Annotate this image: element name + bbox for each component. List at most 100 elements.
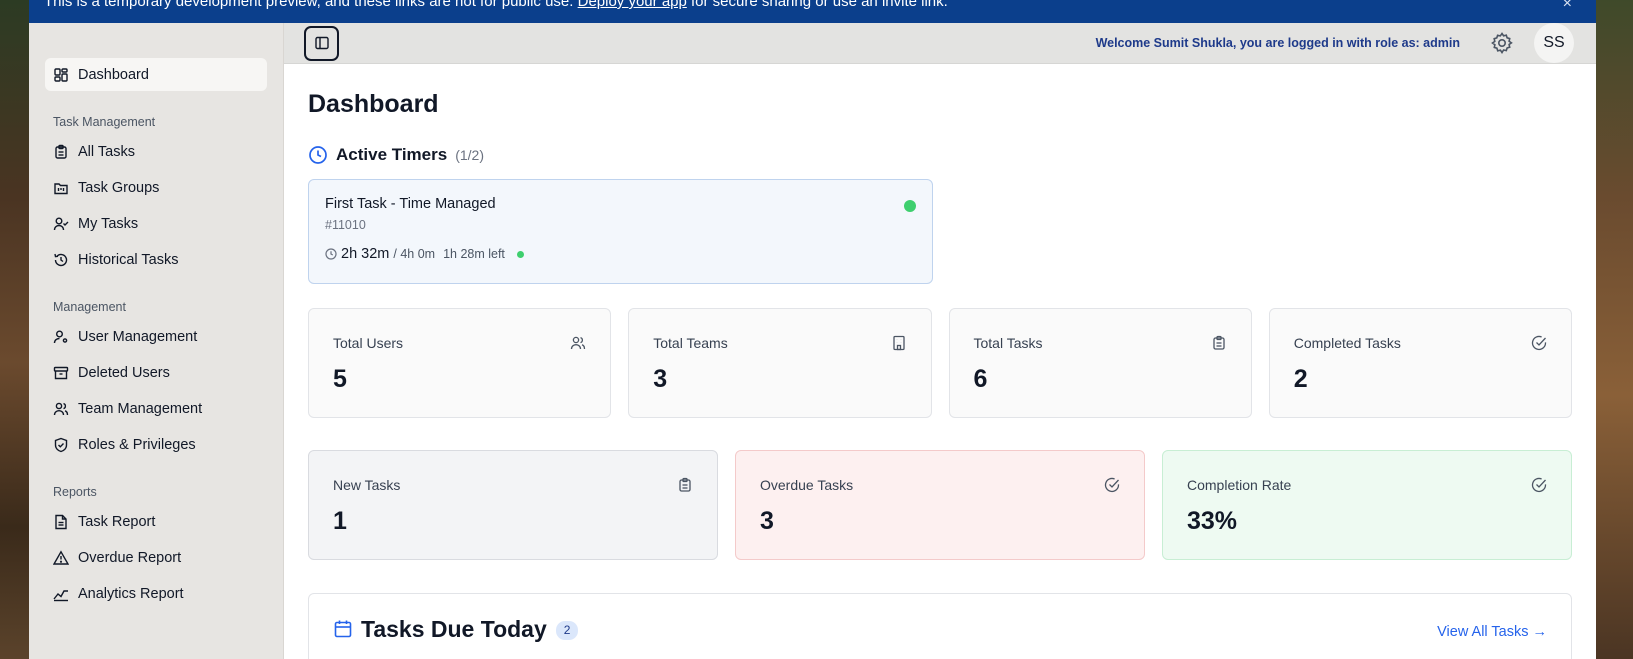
- check-circle-icon: [1531, 335, 1547, 351]
- user-check-icon: [53, 216, 69, 232]
- stat-value: 3: [760, 507, 774, 535]
- active-timers-count: (1/2): [455, 147, 484, 163]
- stat-value: 3: [653, 365, 668, 393]
- clipboard-icon: [1213, 335, 1225, 350]
- sidebar-item-deleted-users[interactable]: Deleted Users: [45, 356, 267, 389]
- stat-value: 5: [333, 365, 347, 393]
- stat-value: 33%: [1187, 507, 1238, 535]
- sidebar-item-label: Roles & Privileges: [78, 436, 196, 453]
- active-timers-header: Active Timers (1/2): [308, 145, 1572, 165]
- timer-task-id: #11010: [325, 218, 366, 232]
- users-icon: [571, 336, 586, 350]
- tasks-due-today-title: Tasks Due Today: [361, 616, 547, 642]
- user-cog-icon: [53, 329, 69, 345]
- banner-close-icon[interactable]: ×: [1563, 0, 1572, 12]
- users-icon: [53, 401, 69, 417]
- stat-value: 2: [1293, 365, 1308, 393]
- active-timers-title: Active Timers: [336, 145, 448, 164]
- stat-card-total-users[interactable]: Total Users 5: [308, 308, 612, 418]
- file-text-icon: [53, 514, 69, 530]
- tasks-due-count-badge: 2: [555, 621, 579, 640]
- sidebar-item-label: Task Groups: [78, 179, 160, 196]
- stat-card-completion-rate[interactable]: Completion Rate 33%: [1162, 450, 1572, 560]
- sidebar-item-label: All Tasks: [78, 143, 135, 160]
- stat-label: New Tasks: [333, 477, 401, 493]
- sidebar-item-roles-privileges[interactable]: Roles & Privileges: [45, 428, 267, 461]
- panel-left-icon: [314, 36, 329, 50]
- welcome-message: Welcome Sumit Shukla, you are logged in …: [1095, 36, 1460, 50]
- sidebar-item-task-groups[interactable]: Task Groups: [45, 171, 267, 204]
- stat-label: Total Teams: [653, 335, 728, 351]
- sidebar-item-overdue-report[interactable]: Overdue Report: [45, 541, 267, 574]
- stat-card-total-tasks[interactable]: Total Tasks 6: [948, 308, 1252, 418]
- stat-label: Overdue Tasks: [760, 477, 854, 493]
- check-circle-icon: [1531, 477, 1547, 493]
- sidebar-item-label: Team Management: [78, 400, 203, 417]
- stat-label: Total Users: [333, 335, 404, 351]
- sidebar-item-user-management[interactable]: User Management: [45, 320, 267, 353]
- sidebar-item-label: My Tasks: [78, 215, 139, 232]
- user-avatar[interactable]: SS: [1534, 23, 1574, 63]
- stat-card-overdue-tasks[interactable]: Overdue Tasks 3: [735, 450, 1145, 560]
- timer-elapsed: 2h 32m: [341, 246, 390, 262]
- view-all-tasks-link[interactable]: View All Tasks →: [1437, 624, 1547, 640]
- folder-kanban-icon: [53, 180, 69, 196]
- stats-row-secondary: New Tasks 1 Overdue Tasks 3 Completion R…: [308, 450, 1572, 560]
- main-area: Welcome Sumit Shukla, you are logged in …: [284, 23, 1596, 659]
- sidebar-item-task-report[interactable]: Task Report: [45, 505, 267, 538]
- timer-time-left: 1h 28m left: [443, 247, 505, 261]
- timer-progress-row: 2h 32m / 4h 0m 1h 28m left: [325, 246, 916, 262]
- sidebar-item-label: Analytics Report: [78, 585, 184, 602]
- timer-status-dot: [904, 200, 916, 212]
- section-reports: Reports: [53, 485, 97, 499]
- timer-task-name: First Task - Time Managed: [325, 196, 496, 212]
- section-management: Management: [53, 300, 126, 314]
- dashboard-icon: [53, 67, 69, 83]
- banner-text-before: This is a temporary development preview,…: [44, 0, 578, 10]
- gear-icon[interactable]: [1490, 31, 1514, 55]
- alert-triangle-icon: [53, 549, 69, 566]
- sidebar-item-label: Deleted Users: [78, 364, 170, 381]
- stat-card-completed-tasks[interactable]: Completed Tasks 2: [1268, 308, 1572, 418]
- small-clock-icon: [325, 248, 337, 260]
- sidebar-item-historical-tasks[interactable]: Historical Tasks: [45, 243, 267, 276]
- timer-card[interactable]: First Task - Time Managed #11010 2h 32m …: [308, 179, 933, 284]
- stat-value: 6: [973, 365, 988, 393]
- deploy-app-link[interactable]: Deploy your app: [578, 0, 687, 10]
- sidebar-toggle-button[interactable]: [304, 25, 339, 61]
- tasks-due-today-card: Tasks Due Today 2 View All Tasks →: [308, 593, 1572, 659]
- banner-text-after: for secure sharing or use an invite link…: [686, 0, 948, 10]
- top-bar: Welcome Sumit Shukla, you are logged in …: [284, 23, 1596, 64]
- sidebar: Dashboard Task Management All Tasks Task…: [29, 23, 284, 659]
- sidebar-item-label: Dashboard: [78, 66, 149, 83]
- building-icon: [892, 335, 905, 351]
- archive-icon: [53, 365, 69, 381]
- stat-card-total-teams[interactable]: Total Teams 3: [628, 308, 932, 418]
- stat-label: Completed Tasks: [1293, 335, 1401, 351]
- activity-icon: [53, 586, 69, 602]
- stat-label: Completion Rate: [1187, 477, 1292, 493]
- sidebar-item-team-management[interactable]: Team Management: [45, 392, 267, 425]
- stat-label: Total Tasks: [973, 335, 1043, 351]
- timer-total: / 4h 0m: [393, 247, 436, 261]
- sidebar-item-label: Overdue Report: [78, 549, 182, 566]
- dashboard-content: Dashboard Active Timers (1/2) First Task…: [284, 64, 1596, 659]
- sidebar-item-analytics-report[interactable]: Analytics Report: [45, 577, 267, 610]
- sidebar-item-all-tasks[interactable]: All Tasks: [45, 135, 267, 168]
- background-right-edge: [1596, 0, 1633, 659]
- sidebar-item-label: User Management: [78, 328, 198, 345]
- app-window: Dashboard Task Management All Tasks Task…: [29, 23, 1596, 659]
- timer-running-dot: [516, 250, 524, 258]
- clipboard-icon: [679, 477, 691, 492]
- calendar-icon: [334, 620, 352, 638]
- sidebar-item-my-tasks[interactable]: My Tasks: [45, 207, 267, 240]
- background-left-edge: [0, 0, 29, 659]
- sidebar-item-label: Historical Tasks: [78, 251, 179, 268]
- stat-card-new-tasks[interactable]: New Tasks 1: [308, 450, 718, 560]
- stats-row-primary: Total Users 5 Total Teams 3 Total Tasks …: [308, 308, 1572, 418]
- page-title: Dashboard: [308, 90, 439, 118]
- check-circle-icon: [1104, 477, 1120, 493]
- stat-value: 1: [333, 507, 347, 535]
- sidebar-item-dashboard[interactable]: Dashboard: [45, 58, 267, 91]
- clock-icon: [309, 146, 327, 164]
